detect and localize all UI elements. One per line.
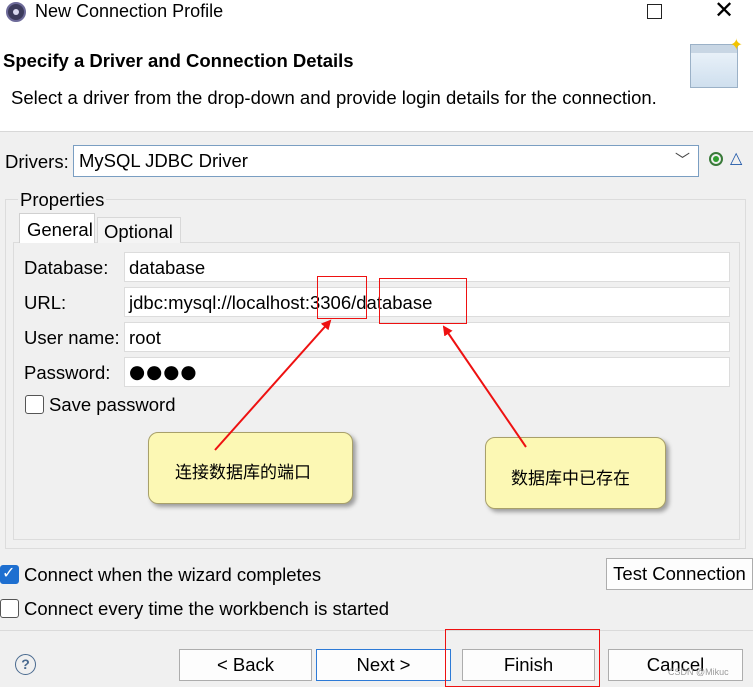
user-name-label: User name: [24, 327, 120, 348]
maximize-icon[interactable] [647, 4, 662, 19]
port-highlight-box [317, 276, 367, 319]
tab-optional[interactable]: Optional [97, 217, 181, 243]
close-icon[interactable]: ✕ [714, 0, 734, 22]
chevron-down-icon: ﹀ [674, 151, 690, 169]
database-value: database [129, 257, 206, 278]
footer-divider [0, 630, 753, 631]
database-callout: 数据库中已存在 [485, 437, 666, 509]
back-button[interactable]: < Back [179, 649, 312, 681]
connect-on-complete-label[interactable]: Connect when the wizard completes [24, 564, 321, 586]
port-callout: 连接数据库的端口 [148, 432, 353, 504]
save-password-checkbox[interactable] [25, 395, 44, 414]
user-name-value: root [129, 327, 161, 348]
password-label: Password: [24, 362, 111, 383]
save-password-label[interactable]: Save password [49, 394, 175, 416]
user-name-field[interactable]: root [124, 322, 730, 352]
drivers-label: Drivers: [5, 151, 69, 172]
database-label: Database: [24, 257, 109, 278]
properties-label: Properties [18, 189, 107, 211]
tab-general-label: General [27, 219, 93, 240]
header-description: Select a driver from the drop-down and p… [11, 87, 657, 108]
password-value: ●●●● [129, 362, 198, 383]
password-field[interactable]: ●●●● [124, 357, 730, 387]
help-icon[interactable]: ? [15, 654, 36, 675]
drivers-dropdown[interactable]: MySQL JDBC Driver ﹀ [73, 145, 699, 177]
edit-driver-icon[interactable]: △ [730, 148, 742, 167]
tab-optional-label: Optional [104, 221, 173, 242]
test-connection-button[interactable]: Test Connection [606, 558, 753, 590]
url-label: URL: [24, 292, 67, 313]
window-title: New Connection Profile [35, 1, 224, 21]
connect-on-complete-checkbox[interactable] [0, 563, 19, 584]
tab-general[interactable]: General [19, 213, 95, 243]
app-icon [6, 2, 26, 22]
header-title: Specify a Driver and Connection Details [3, 50, 354, 71]
finish-highlight-box [445, 629, 600, 687]
port-callout-text: 连接数据库的端口 [175, 463, 311, 483]
database-highlight-box [379, 278, 467, 324]
database-callout-text: 数据库中已存在 [511, 469, 630, 489]
next-button[interactable]: Next > [316, 649, 451, 681]
drivers-selected-value: MySQL JDBC Driver [79, 150, 248, 171]
connect-every-time-checkbox[interactable] [0, 599, 19, 618]
new-driver-icon[interactable] [709, 152, 723, 166]
wizard-header: Specify a Driver and Connection Details … [0, 26, 753, 132]
wizard-banner-icon [690, 35, 743, 88]
connect-every-time-label[interactable]: Connect every time the workbench is star… [24, 598, 389, 620]
watermark: CSDN @Mikuc [668, 667, 729, 677]
